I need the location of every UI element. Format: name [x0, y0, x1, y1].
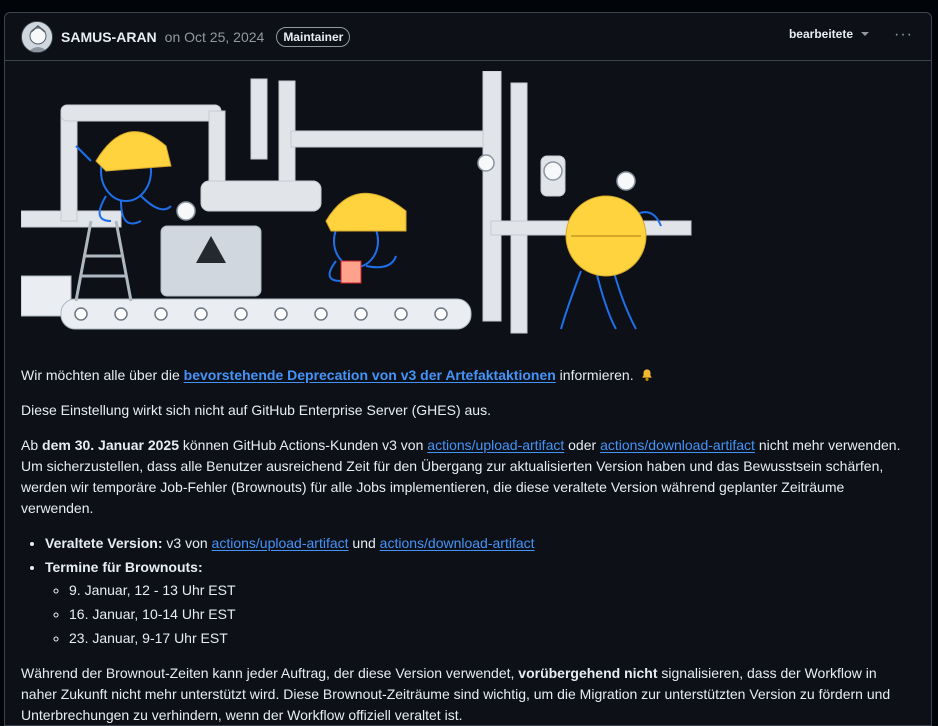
p3-text-a: Ab	[21, 437, 43, 453]
download-artifact-link[interactable]: actions/download-artifact	[600, 437, 755, 453]
p1-text-after: informieren.	[555, 367, 638, 383]
download-artifact-link[interactable]: actions/download-artifact	[380, 535, 535, 551]
list-item: 16. Januar, 10-14 Uhr EST	[69, 604, 915, 625]
upload-artifact-link[interactable]: actions/upload-artifact	[427, 437, 564, 453]
author-name[interactable]: SAMUS-ARAN	[61, 29, 157, 45]
ghes-paragraph: Diese Einstellung wirkt sich nicht auf G…	[21, 402, 491, 418]
p3-deadline: dem 30. Januar 2025	[42, 437, 179, 453]
post-date[interactable]: on Oct 25, 2024	[165, 29, 265, 45]
discussion-card: SAMUS-ARAN on Oct 25, 2024 Maintainer be…	[4, 12, 932, 726]
list-item: Termine für Brownouts: 9. Januar, 12 - 1…	[45, 557, 915, 649]
li1-text-b: und	[348, 535, 380, 551]
p3-text-c: oder	[564, 437, 601, 453]
avatar[interactable]	[21, 20, 53, 53]
edited-dropdown[interactable]: bearbeitete	[789, 27, 869, 41]
list-item: 9. Januar, 12 - 13 Uhr EST	[69, 580, 915, 601]
brownout-dates-list: 9. Januar, 12 - 13 Uhr EST 16. Januar, 1…	[69, 580, 915, 649]
kebab-horizontal-icon[interactable]: ···	[894, 26, 913, 44]
list-item: Veraltete Version: v3 von actions/upload…	[45, 533, 915, 554]
p3-text-b: können GitHub Actions-Kunden v3 von	[179, 437, 428, 453]
li1-text-a: v3 von	[162, 535, 212, 551]
p4-text-a: Während der Brownout-Zeiten kann jeder A…	[21, 665, 519, 681]
deprecation-link[interactable]: bevorstehende Deprecation von v3 der Art…	[184, 367, 556, 383]
upload-artifact-link[interactable]: actions/upload-artifact	[212, 535, 349, 551]
p4-bold: vorübergehend nicht	[518, 665, 658, 681]
intro-paragraph: Wir möchten alle über die bevorstehende …	[21, 365, 915, 386]
date-paragraph: Ab dem 30. Januar 2025 können GitHub Act…	[21, 435, 915, 519]
details-list: Veraltete Version: v3 von actions/upload…	[45, 533, 915, 649]
post-body: Wir möchten alle über die bevorstehende …	[5, 71, 931, 725]
bell-icon	[641, 369, 652, 381]
edited-label: bearbeitete	[788, 27, 853, 41]
chevron-down-icon	[861, 32, 869, 36]
maintainer-badge: Maintainer	[276, 26, 351, 47]
deprecated-version-label: Veraltete Version:	[45, 535, 163, 551]
list-item: 23. Januar, 9-17 Uhr EST	[69, 628, 915, 649]
p1-text-before: Wir möchten alle über die	[21, 367, 184, 383]
brownout-paragraph: Während der Brownout-Zeiten kann jeder A…	[21, 663, 915, 725]
brownout-dates-label: Termine für Brownouts:	[45, 559, 203, 575]
post-header: SAMUS-ARAN on Oct 25, 2024 Maintainer be…	[5, 13, 931, 61]
octocat-construction-illustration	[21, 71, 692, 334]
